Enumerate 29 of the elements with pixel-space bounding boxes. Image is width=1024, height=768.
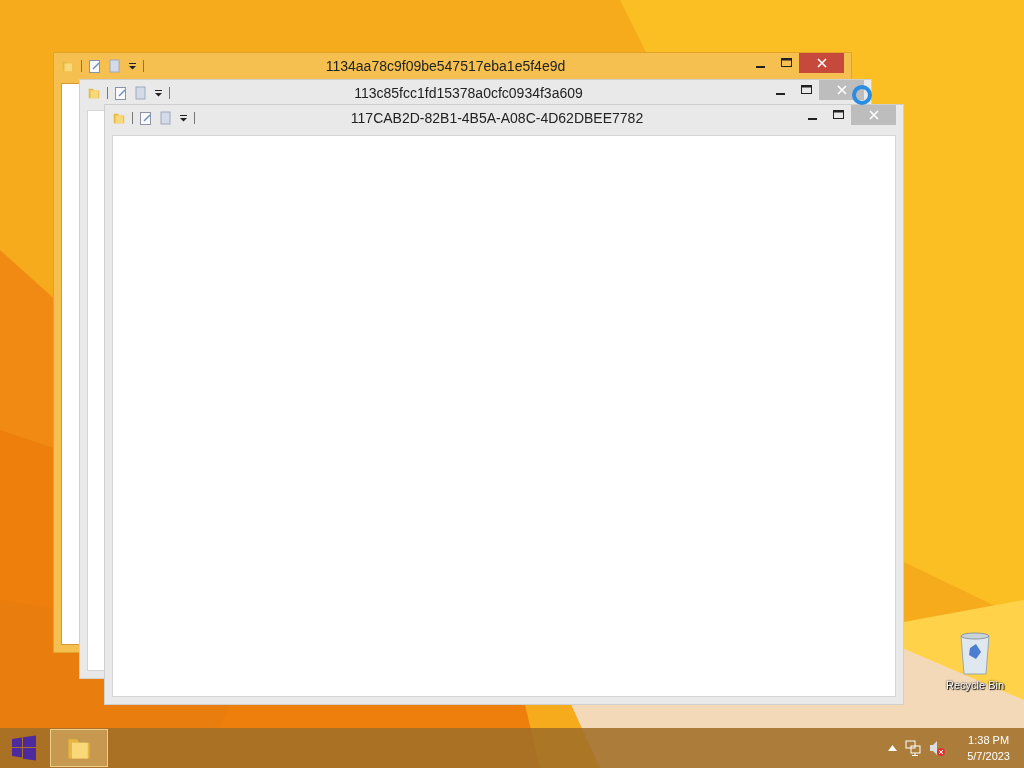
close-icon xyxy=(836,85,847,95)
properties-icon[interactable] xyxy=(114,86,128,100)
close-icon xyxy=(816,58,827,68)
dropdown-icon[interactable] xyxy=(128,62,137,70)
window-title: 117CAB2D-82B1-4B5A-A08C-4D62DBEE7782 xyxy=(349,109,645,128)
windows-logo-icon xyxy=(11,735,37,761)
recycle-bin-icon[interactable] xyxy=(958,632,992,676)
close-icon xyxy=(868,110,879,120)
network-icon[interactable] xyxy=(905,740,922,756)
folder-icon xyxy=(61,59,75,73)
dropdown-icon[interactable] xyxy=(179,114,188,122)
maximize-icon xyxy=(780,58,792,68)
maximize-icon xyxy=(800,85,812,95)
folder-icon xyxy=(112,111,126,125)
folder-icon xyxy=(87,86,101,100)
muted-speaker-icon[interactable] xyxy=(929,740,946,756)
taskbar-app-button[interactable] xyxy=(50,729,108,767)
window-title: 1134aa78c9f09be547517eba1e5f4e9d xyxy=(324,57,567,76)
properties-icon[interactable] xyxy=(88,59,102,73)
maximize-icon xyxy=(832,110,844,120)
window-title: 113c85fcc1fd15378a0cfc0934f3a609 xyxy=(353,84,584,103)
dropdown-icon[interactable] xyxy=(154,89,163,97)
properties-icon[interactable] xyxy=(139,111,153,125)
minimize-icon xyxy=(807,117,817,120)
busy-cursor-icon xyxy=(851,84,873,106)
minimize-icon xyxy=(775,92,785,95)
show-hidden-icons-icon[interactable] xyxy=(888,745,898,751)
minimize-icon xyxy=(755,65,765,68)
clock[interactable]: 1:38 PM 5/7/2023 xyxy=(967,732,1010,764)
